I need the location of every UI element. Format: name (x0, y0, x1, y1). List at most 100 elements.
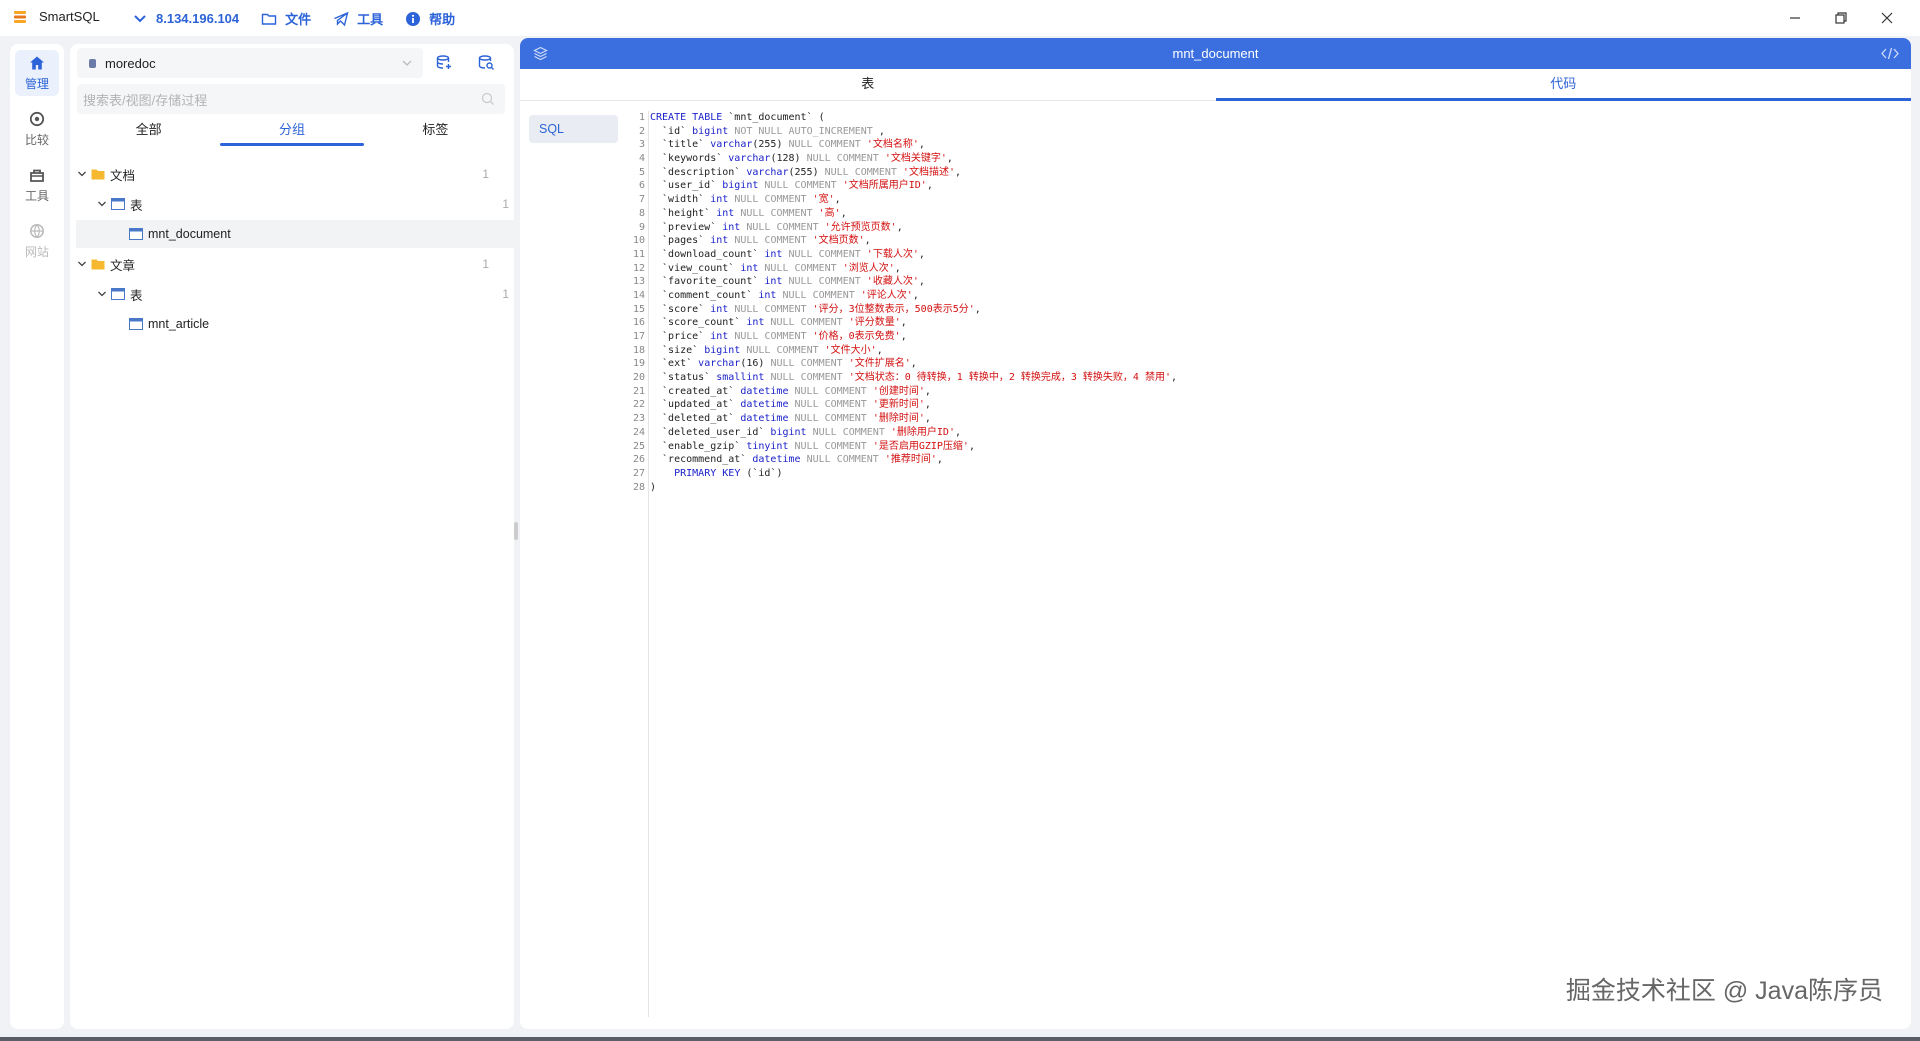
code-line: `updated_at` datetime NULL COMMENT '更新时间… (650, 399, 931, 411)
code-icon[interactable] (1881, 46, 1899, 61)
line-number: 8 (638, 207, 645, 219)
tab-code[interactable]: 代码 (1215, 69, 1912, 101)
database-name: moredoc (105, 55, 156, 71)
code-line: CREATE TABLE `mnt_document` ( (650, 112, 825, 123)
line-number: 6 (638, 180, 645, 192)
table-icon (129, 228, 143, 240)
tree-group-article[interactable]: 文章 1 (70, 250, 509, 278)
rail-label: 网站 (24, 244, 49, 259)
line-number: 25 (632, 440, 645, 452)
line-number: 19 (632, 358, 645, 370)
rail-item-tools[interactable]: 工具 (15, 162, 59, 208)
code-line: `created_at` datetime NULL COMMENT '创建时间… (650, 385, 931, 397)
taskbar-edge (0, 1037, 1920, 1041)
tab-tags[interactable]: 标签 (364, 116, 507, 146)
tools-label: 工具 (357, 12, 384, 27)
line-number: 4 (638, 153, 645, 165)
tools-menu[interactable]: 工具 (333, 9, 383, 28)
code-line: `preview` int NULL COMMENT '允许预览页数', (650, 221, 903, 233)
host-menu[interactable]: 8.134.196.104 (132, 9, 239, 28)
code-line: `score_count` int NULL COMMENT '评分数量', (650, 317, 907, 329)
line-number: 26 (632, 454, 645, 466)
code-line: `favorite_count` int NULL COMMENT '收藏人次'… (650, 276, 925, 288)
line-number: 27 (632, 467, 645, 479)
restore-button[interactable] (1818, 6, 1864, 30)
code-line: `deleted_user_id` bigint NULL COMMENT '删… (650, 426, 962, 438)
code-line: `view_count` int NULL COMMENT '浏览人次', (650, 262, 901, 274)
tab-group[interactable]: 分组 (220, 116, 364, 146)
tab-table[interactable]: 表 (520, 69, 1216, 100)
tree-count: 1 (482, 257, 489, 271)
code-line: `recommend_at` datetime NULL COMMENT '推荐… (650, 454, 943, 466)
table-icon (129, 318, 143, 330)
line-number: 17 (632, 331, 645, 342)
toolbox-icon (30, 169, 44, 182)
tree-label: mnt_document (148, 227, 231, 241)
close-icon (1881, 12, 1893, 24)
tree-table-mnt-document[interactable]: mnt_document (76, 220, 555, 248)
close-button[interactable] (1864, 6, 1910, 30)
title-bar: SmartSQL 8.134.196.104 文件 工具 帮助 (0, 0, 1920, 36)
tree-label: 文档 (110, 168, 136, 183)
code-line: `ext` varchar(16) NULL COMMENT '文件扩展名', (650, 358, 917, 370)
code-line: PRIMARY KEY (`id`) (674, 467, 783, 479)
code-line: `enable_gzip` tinyint NULL COMMENT '是否启用… (650, 440, 975, 452)
navigator-tabs: 全部 分组 标签 (77, 116, 507, 146)
code-line: `title` varchar(255) NULL COMMENT '文档名称'… (650, 139, 925, 151)
code-line: `price` int NULL COMMENT '价格，0表示免费', (650, 331, 907, 342)
database-search-icon[interactable] (477, 54, 495, 72)
line-number: 24 (632, 426, 645, 438)
left-rail: 管理 比较 工具 网站 (10, 44, 64, 1029)
code-line: `comment_count` int NULL COMMENT '评论人次', (650, 289, 919, 301)
line-number: 7 (638, 194, 645, 206)
restore-icon (1835, 12, 1847, 24)
code-line: `deleted_at` datetime NULL COMMENT '删除时间… (650, 413, 931, 425)
tree-count: 1 (502, 197, 509, 211)
tree-count: 1 (482, 167, 489, 181)
line-number: 9 (638, 221, 645, 233)
search-input[interactable] (77, 84, 465, 116)
database-sync-icon[interactable] (435, 54, 453, 72)
rail-item-website[interactable]: 网站 (15, 218, 59, 264)
compare-icon (29, 111, 45, 126)
code-line: `id` bigint NOT NULL AUTO_INCREMENT , (650, 125, 885, 137)
menu-bar: 8.134.196.104 文件 工具 帮助 (132, 9, 455, 28)
search-icon (481, 92, 494, 105)
line-number: 18 (632, 344, 645, 356)
minimize-button[interactable] (1772, 6, 1818, 30)
code-line: `keywords` varchar(128) NULL COMMENT '文档… (650, 153, 953, 165)
line-number: 21 (632, 385, 645, 397)
chevron-down-icon (98, 291, 106, 297)
folder-icon (91, 169, 105, 180)
code-line: `pages` int NULL COMMENT '文档页数', (650, 235, 871, 247)
line-number: 15 (632, 303, 645, 315)
database-select[interactable]: moredoc (77, 48, 423, 78)
code-editor[interactable]: 1 2 3 4 5 6 7 8 9 10 11 12 13 14 15 16 17 18 19 20 21 22 23 24 2… (620, 111, 1900, 1017)
line-number: 1 (638, 112, 645, 123)
tree-table-mnt-article[interactable]: mnt_article (70, 310, 561, 338)
minimize-icon (1790, 17, 1800, 19)
rail-item-compare[interactable]: 比较 (15, 106, 59, 152)
watermark: 掘金技术社区 @ Java陈序员 (1565, 977, 1883, 1005)
code-line: ) (650, 481, 657, 493)
help-menu[interactable]: 帮助 (405, 9, 455, 28)
code-line: `size` bigint NULL COMMENT '文件大小', (650, 344, 883, 356)
tree-label: 文章 (110, 258, 136, 273)
rail-label: 管理 (24, 76, 49, 91)
tree-folder-tables[interactable]: 表 1 (70, 190, 529, 218)
tree-folder-tables[interactable]: 表 1 (70, 280, 529, 308)
rail-item-manage[interactable]: 管理 (15, 50, 59, 96)
language-tab-sql[interactable]: SQL (529, 115, 618, 143)
line-number: 16 (632, 317, 645, 329)
line-number: 10 (632, 235, 645, 247)
object-header: mnt_document (520, 38, 1911, 69)
line-number: 20 (632, 372, 645, 384)
tree-group-document[interactable]: 文档 1 (70, 160, 509, 188)
tab-all[interactable]: 全部 (77, 116, 220, 146)
window-controls (1772, 6, 1910, 30)
object-tabs: 表 代码 (520, 69, 1911, 101)
code-lines: CREATE TABLE `mnt_document` ( `id` bigin… (650, 111, 1177, 494)
panel-splitter[interactable] (514, 522, 518, 540)
chevron-down-icon (78, 261, 86, 267)
file-menu[interactable]: 文件 (261, 9, 311, 28)
